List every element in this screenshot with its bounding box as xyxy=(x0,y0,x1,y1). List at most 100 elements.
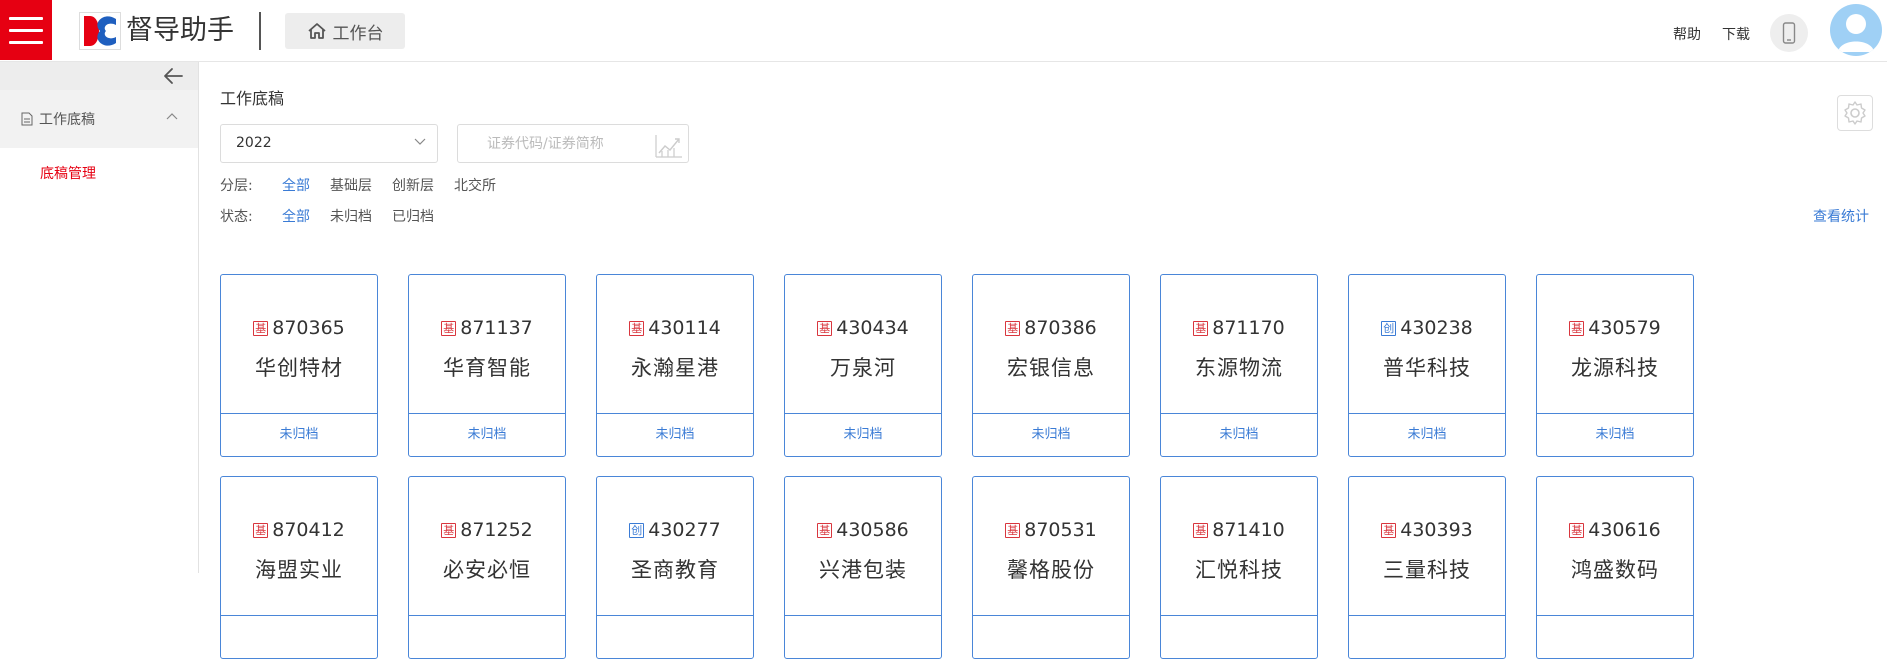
company-card[interactable]: 基 430616 鸿盛数码 xyxy=(1536,476,1694,659)
archive-status[interactable] xyxy=(221,616,377,658)
view-statistics-link[interactable]: 查看统计 xyxy=(1813,206,1869,226)
card-code-line: 基 870412 xyxy=(221,519,377,541)
security-code: 430616 xyxy=(1588,519,1661,541)
tier-badge: 基 xyxy=(1569,523,1585,538)
layer-option-innovation[interactable]: 创新层 xyxy=(392,175,434,195)
company-card[interactable]: 基 870365 华创特材 未归档 xyxy=(220,274,378,457)
company-card[interactable]: 创 430238 普华科技 未归档 xyxy=(1348,274,1506,457)
card-body: 基 871170 东源物流 xyxy=(1161,275,1317,414)
hamburger-menu-button[interactable] xyxy=(0,0,52,60)
company-card[interactable]: 基 870412 海盟实业 xyxy=(220,476,378,659)
archive-status[interactable] xyxy=(409,616,565,658)
archive-status[interactable]: 未归档 xyxy=(785,414,941,456)
tier-badge: 基 xyxy=(1005,321,1021,336)
company-card[interactable]: 基 871410 汇悦科技 xyxy=(1160,476,1318,659)
top-bar: 督导助手 工作台 帮助 下载 xyxy=(0,0,1887,62)
status-filter-label: 状态: xyxy=(220,209,253,225)
company-card[interactable]: 基 430114 永瀚星港 未归档 xyxy=(596,274,754,457)
company-card[interactable]: 基 430393 三量科技 xyxy=(1348,476,1506,659)
year-select[interactable]: 2022 xyxy=(220,124,438,163)
security-code: 430277 xyxy=(648,519,721,541)
workbench-label: 工作台 xyxy=(332,23,384,44)
card-body: 基 870531 馨格股份 xyxy=(973,477,1129,616)
menu-line xyxy=(9,28,43,32)
security-code: 430586 xyxy=(836,519,909,541)
mobile-button[interactable] xyxy=(1770,14,1808,52)
card-code-line: 基 430434 xyxy=(785,317,941,339)
company-card[interactable]: 基 870531 馨格股份 xyxy=(972,476,1130,659)
user-avatar[interactable] xyxy=(1830,4,1882,56)
archive-status[interactable]: 未归档 xyxy=(973,414,1129,456)
card-body: 基 870386 宏银信息 xyxy=(973,275,1129,414)
workbench-button[interactable]: 工作台 xyxy=(285,13,405,49)
sidebar-group-workpapers[interactable]: 工作底稿 xyxy=(0,90,198,148)
archive-status[interactable]: 未归档 xyxy=(409,414,565,456)
tier-badge: 创 xyxy=(1381,321,1397,336)
company-card[interactable]: 创 430277 圣商教育 xyxy=(596,476,754,659)
card-body: 基 430616 鸿盛数码 xyxy=(1537,477,1693,616)
archive-status[interactable] xyxy=(1349,616,1505,658)
archive-status[interactable] xyxy=(597,616,753,658)
archive-status[interactable]: 未归档 xyxy=(221,414,377,456)
card-body: 基 430393 三量科技 xyxy=(1349,477,1505,616)
layer-option-bse[interactable]: 北交所 xyxy=(454,175,496,195)
settings-button[interactable] xyxy=(1837,95,1873,131)
tier-badge: 基 xyxy=(253,321,269,336)
archive-status[interactable]: 未归档 xyxy=(597,414,753,456)
card-code-line: 基 870365 xyxy=(221,317,377,339)
card-code-line: 基 870386 xyxy=(973,317,1129,339)
layer-option-all[interactable]: 全部 xyxy=(282,175,310,195)
archive-status[interactable] xyxy=(973,616,1129,658)
archive-status[interactable] xyxy=(1537,616,1693,658)
company-card[interactable]: 基 430434 万泉河 未归档 xyxy=(784,274,942,457)
help-link[interactable]: 帮助 xyxy=(1673,24,1701,44)
company-card[interactable]: 基 430586 兴港包装 xyxy=(784,476,942,659)
arrow-left-icon[interactable] xyxy=(162,66,184,86)
company-card[interactable]: 基 871137 华育智能 未归档 xyxy=(408,274,566,457)
card-body: 基 871252 必安必恒 xyxy=(409,477,565,616)
layer-option-basic[interactable]: 基础层 xyxy=(330,175,372,195)
card-code-line: 创 430277 xyxy=(597,519,753,541)
company-name: 海盟实业 xyxy=(255,558,343,582)
archive-status[interactable] xyxy=(1161,616,1317,658)
layer-filter: 分层: 全部 基础层 创新层 北交所 xyxy=(220,175,516,195)
trend-chart-icon[interactable] xyxy=(654,131,684,159)
archive-status[interactable]: 未归档 xyxy=(1349,414,1505,456)
main-content: 工作底稿 2022 分层: 全部 基础层 创新层 北交所 状态: 全部 xyxy=(200,62,1887,659)
security-code: 870412 xyxy=(272,519,345,541)
document-icon xyxy=(21,112,33,126)
header-divider xyxy=(259,12,261,50)
card-code-line: 基 871137 xyxy=(409,317,565,339)
card-body: 基 430114 永瀚星港 xyxy=(597,275,753,414)
company-card[interactable]: 基 871170 东源物流 未归档 xyxy=(1160,274,1318,457)
status-option-archived[interactable]: 已归档 xyxy=(392,206,434,226)
company-name: 兴港包装 xyxy=(819,558,907,582)
sidebar-item-workpaper-management[interactable]: 底稿管理 xyxy=(0,148,198,198)
status-option-unarchived[interactable]: 未归档 xyxy=(330,206,372,226)
status-option-all[interactable]: 全部 xyxy=(282,206,310,226)
archive-status[interactable] xyxy=(785,616,941,658)
status-filter: 状态: 全部 未归档 已归档 xyxy=(220,206,454,226)
card-body: 基 430434 万泉河 xyxy=(785,275,941,414)
archive-status[interactable]: 未归档 xyxy=(1161,414,1317,456)
card-body: 基 870412 海盟实业 xyxy=(221,477,377,616)
card-code-line: 基 871170 xyxy=(1161,317,1317,339)
security-search-input[interactable] xyxy=(487,125,667,162)
company-name: 必安必恒 xyxy=(443,558,531,582)
company-card[interactable]: 基 870386 宏银信息未归档 xyxy=(972,274,1130,457)
security-code: 871170 xyxy=(1212,317,1285,339)
security-code: 870365 xyxy=(272,317,345,339)
company-card[interactable]: 基 871252 必安必恒 xyxy=(408,476,566,659)
company-card[interactable]: 基 430579 龙源科技 未归档 xyxy=(1536,274,1694,457)
phone-icon xyxy=(1782,22,1796,44)
archive-status[interactable]: 未归档 xyxy=(1537,414,1693,456)
card-code-line: 基 430114 xyxy=(597,317,753,339)
tier-badge: 基 xyxy=(1193,321,1209,336)
company-name: 宏银信息 xyxy=(1007,356,1095,380)
sidebar: 工作底稿 底稿管理 xyxy=(0,62,199,573)
menu-line xyxy=(9,40,43,44)
tier-badge: 基 xyxy=(1193,523,1209,538)
gear-icon xyxy=(1844,101,1866,125)
security-code: 430393 xyxy=(1400,519,1473,541)
download-link[interactable]: 下载 xyxy=(1722,24,1750,44)
